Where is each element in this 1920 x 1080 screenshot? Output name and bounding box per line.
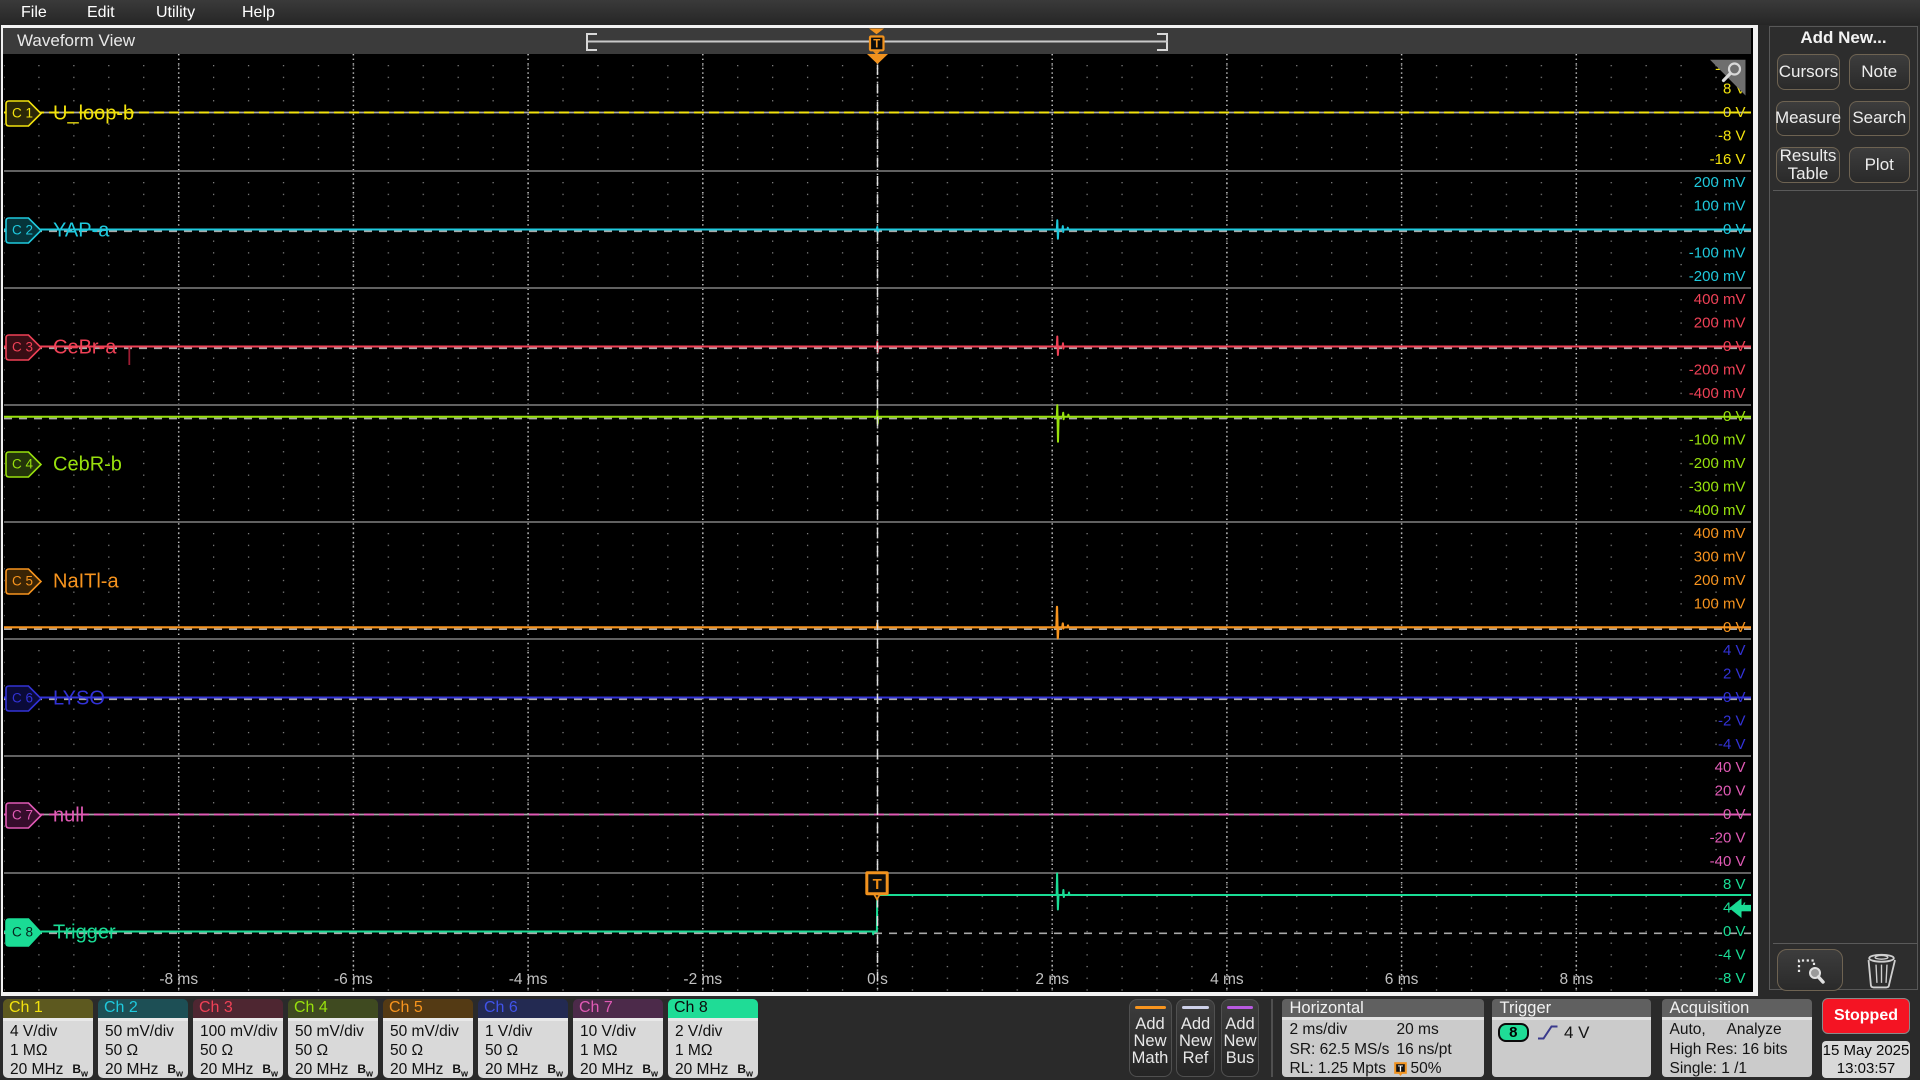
svg-text:0 V: 0 V bbox=[1723, 806, 1746, 823]
svg-text:200 mV: 200 mV bbox=[1694, 174, 1746, 191]
svg-text:T: T bbox=[873, 876, 882, 893]
svg-text:LYSO: LYSO bbox=[53, 687, 105, 709]
svg-text:0 s: 0 s bbox=[867, 971, 888, 988]
svg-text:4 V: 4 V bbox=[1723, 642, 1746, 659]
svg-text:2 ms: 2 ms bbox=[1035, 971, 1069, 988]
svg-text:Trigger: Trigger bbox=[53, 921, 116, 943]
svg-text:-100 mV: -100 mV bbox=[1689, 244, 1746, 261]
svg-text:-200 mV: -200 mV bbox=[1689, 361, 1746, 378]
svg-text:100 mV: 100 mV bbox=[1694, 595, 1746, 612]
svg-text:0 V: 0 V bbox=[1723, 923, 1746, 940]
svg-text:C 2: C 2 bbox=[12, 223, 33, 238]
svg-text:6 ms: 6 ms bbox=[1385, 971, 1419, 988]
svg-text:200 mV: 200 mV bbox=[1694, 572, 1746, 589]
svg-text:300 mV: 300 mV bbox=[1694, 549, 1746, 566]
svg-text:40 V: 40 V bbox=[1715, 759, 1746, 776]
svg-text:-200 mV: -200 mV bbox=[1689, 455, 1746, 472]
svg-text:-400 mV: -400 mV bbox=[1689, 502, 1746, 519]
svg-text:C 7: C 7 bbox=[12, 808, 33, 823]
svg-text:-4 V: -4 V bbox=[1718, 736, 1746, 753]
svg-text:C 6: C 6 bbox=[12, 691, 33, 706]
svg-text:0 V: 0 V bbox=[1723, 221, 1746, 238]
svg-text:4 ms: 4 ms bbox=[1210, 971, 1244, 988]
svg-text:-8 ms: -8 ms bbox=[159, 971, 198, 988]
svg-text:-40 V: -40 V bbox=[1710, 853, 1746, 870]
svg-text:-200 mV: -200 mV bbox=[1689, 268, 1746, 285]
svg-text:-8 V: -8 V bbox=[1718, 127, 1746, 144]
svg-text:400 mV: 400 mV bbox=[1694, 525, 1746, 542]
svg-text:C 5: C 5 bbox=[12, 574, 33, 589]
svg-text:0 V: 0 V bbox=[1723, 619, 1746, 636]
svg-text:-6 ms: -6 ms bbox=[334, 971, 373, 988]
svg-text:100 mV: 100 mV bbox=[1694, 198, 1746, 215]
svg-text:NaITl-a: NaITl-a bbox=[53, 570, 119, 592]
svg-text:400 mV: 400 mV bbox=[1694, 291, 1746, 308]
svg-text:8 V: 8 V bbox=[1723, 876, 1746, 893]
svg-text:-16 V: -16 V bbox=[1710, 151, 1746, 168]
svg-text:CeBr-a: CeBr-a bbox=[53, 336, 117, 358]
svg-text:U_loop-b: U_loop-b bbox=[53, 102, 134, 124]
svg-text:8 ms: 8 ms bbox=[1560, 971, 1594, 988]
svg-text:-4 ms: -4 ms bbox=[509, 971, 548, 988]
svg-text:YAP-a: YAP-a bbox=[53, 219, 110, 241]
svg-text:-400 mV: -400 mV bbox=[1689, 385, 1746, 402]
svg-text:C 3: C 3 bbox=[12, 340, 33, 355]
svg-text:T: T bbox=[1397, 1063, 1403, 1073]
svg-text:0 V: 0 V bbox=[1723, 338, 1746, 355]
svg-text:-100 mV: -100 mV bbox=[1689, 432, 1746, 449]
svg-text:2 V: 2 V bbox=[1723, 666, 1746, 683]
svg-text:-4 V: -4 V bbox=[1718, 946, 1746, 963]
svg-text:null: null bbox=[53, 804, 84, 826]
svg-text:0 V: 0 V bbox=[1723, 104, 1746, 121]
svg-text:CebR-b: CebR-b bbox=[53, 453, 122, 475]
svg-text:-2 ms: -2 ms bbox=[683, 971, 722, 988]
svg-text:T: T bbox=[873, 39, 880, 51]
svg-text:0 V: 0 V bbox=[1723, 408, 1746, 425]
svg-text:-300 mV: -300 mV bbox=[1689, 478, 1746, 495]
svg-text:0 V: 0 V bbox=[1723, 689, 1746, 706]
svg-text:20 V: 20 V bbox=[1715, 783, 1746, 800]
svg-text:200 mV: 200 mV bbox=[1694, 315, 1746, 332]
svg-text:-20 V: -20 V bbox=[1710, 829, 1746, 846]
svg-text:C 8: C 8 bbox=[12, 925, 33, 940]
svg-text:-8 V: -8 V bbox=[1718, 970, 1746, 987]
svg-text:C 1: C 1 bbox=[12, 106, 33, 121]
svg-text:C 4: C 4 bbox=[12, 457, 34, 472]
svg-text:-2 V: -2 V bbox=[1718, 712, 1746, 729]
